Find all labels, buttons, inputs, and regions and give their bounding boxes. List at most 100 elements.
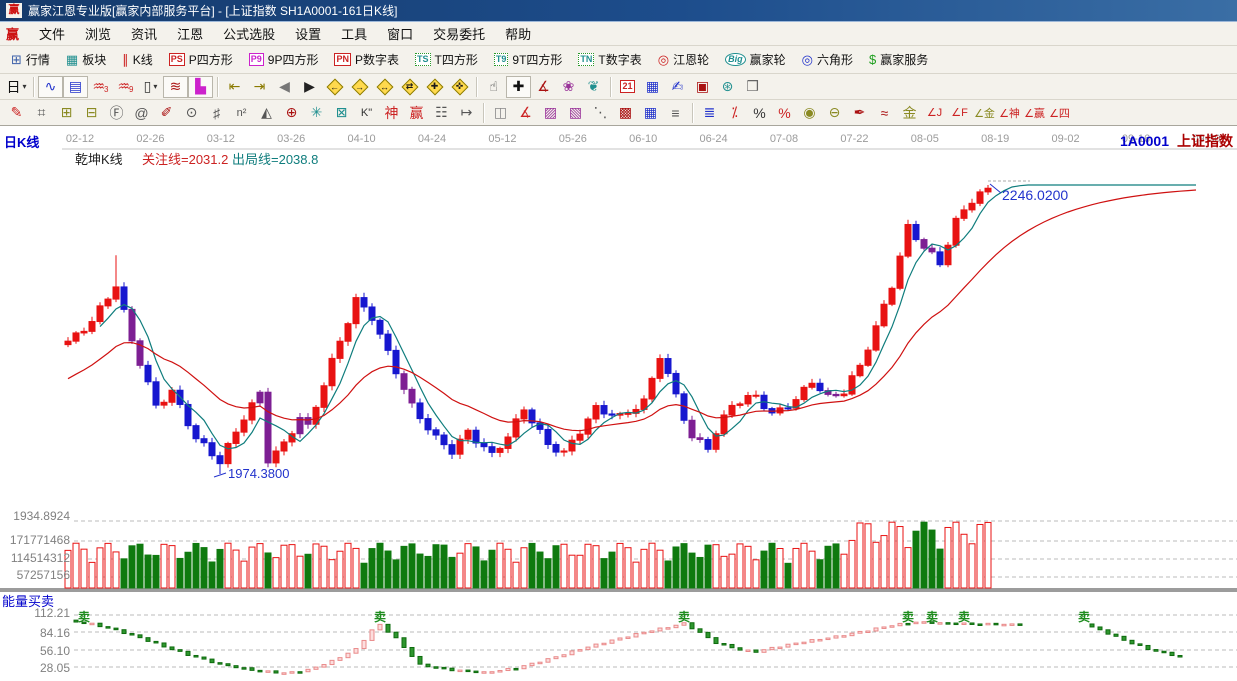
gann-wheel-button[interactable]: ◎江恩轮 (651, 49, 716, 70)
red-fan-tool[interactable]: ∡ (513, 102, 538, 124)
menu-item-tools[interactable]: 工具 (331, 22, 377, 45)
fan-box-tool[interactable]: ▨ (538, 102, 563, 124)
mirror-angle-tool[interactable]: ◭ (254, 102, 279, 124)
menu-item-help[interactable]: 帮助 (495, 22, 541, 45)
si-angle-tool[interactable]: ∠四 (1047, 102, 1072, 124)
menu-item-browse[interactable]: 浏览 (75, 22, 121, 45)
tick-ruler-tool[interactable]: ⌗ (29, 102, 54, 124)
flower-tool[interactable]: ❀ (556, 76, 581, 98)
gold-level-tool[interactable]: ⊖ (822, 102, 847, 124)
percent-tool[interactable]: % (747, 102, 772, 124)
ying-grid-tool[interactable]: 赢 (404, 102, 429, 124)
expand-horizontal-button[interactable]: ↔ (372, 76, 397, 98)
gann-shape-tool[interactable]: ∿ (38, 76, 63, 98)
jump-first-button[interactable]: ⇤ (222, 76, 247, 98)
pan-hand-tool[interactable]: ☝ (481, 76, 506, 98)
chart-area[interactable]: 02-1202-2603-1203-2604-1004-2405-1205-26… (0, 127, 1237, 681)
ink-brush-tool[interactable]: ✒ (847, 102, 872, 124)
ying-angle-tool[interactable]: ∠赢 (1022, 102, 1047, 124)
level-steps-tool[interactable]: ≣ (697, 102, 722, 124)
parallel-lines-tool[interactable]: ≡ (663, 102, 688, 124)
p9-square-button[interactable]: P99P四方形 (242, 49, 326, 70)
marker-pen-tool[interactable]: ✐ (154, 102, 179, 124)
menu-item-gann[interactable]: 江恩 (167, 22, 213, 45)
j-angle-tool[interactable]: ∠J (922, 102, 947, 124)
print-tool[interactable]: ❒ (740, 76, 765, 98)
f-grid-tool[interactable]: Ⓕ (104, 102, 129, 124)
compress-horizontal-button[interactable]: ⇄ (397, 76, 422, 98)
t-number-table-button[interactable]: TNT数字表 (571, 49, 648, 70)
gold-band-tool[interactable]: 金 (897, 102, 922, 124)
gann-pen-tool[interactable]: ✎ (4, 102, 29, 124)
ruler-123-tool[interactable]: ☷ (429, 102, 454, 124)
expand-all-button[interactable]: ✚ (422, 76, 447, 98)
star-web-tool[interactable]: ✳ (304, 102, 329, 124)
span-arrow-tool[interactable]: ↦ (454, 102, 479, 124)
t9-square-button[interactable]: T99T四方形 (487, 49, 570, 70)
cycle-3-bars-tool[interactable]: ♒3 (88, 76, 113, 98)
cloud-tool[interactable]: ❦ (581, 76, 606, 98)
shen-angle-tool[interactable]: ∠神 (997, 102, 1022, 124)
winner-service-button[interactable]: $赢家服务 (862, 49, 935, 70)
step-forward-button[interactable]: ▶ (297, 76, 322, 98)
web-box-tool[interactable]: ⊠ (329, 102, 354, 124)
toolbar-separator (483, 103, 484, 123)
kline-button[interactable]: ∥K线 (115, 49, 160, 70)
time-circle-tool[interactable]: ⊙ (179, 102, 204, 124)
f-angle-tool[interactable]: ∠F (947, 102, 972, 124)
menu-item-window[interactable]: 窗口 (377, 22, 423, 45)
quotes-button[interactable]: ⊞行情 (4, 49, 57, 70)
p-square-button[interactable]: PSP四方形 (162, 49, 240, 70)
gold-gate2-tool[interactable]: ⊟ (79, 102, 104, 124)
k-count-tool[interactable]: K" (354, 102, 379, 124)
zoom-in-button[interactable]: → (347, 76, 372, 98)
gold-gate-tool[interactable]: ⊞ (54, 102, 79, 124)
menu-item-trade[interactable]: 交易委托 (423, 22, 495, 45)
wave-band-tool[interactable]: ≈ (872, 102, 897, 124)
sectors-button[interactable]: ▦板块 (59, 49, 113, 70)
single-candle-selector[interactable]: ▯▾ (138, 76, 163, 98)
hexagon-button[interactable]: ◎六角形 (795, 49, 860, 70)
winner-wheel-button[interactable]: Big赢家轮 (718, 49, 793, 70)
j-angle-tool-icon: ∠J (927, 106, 942, 119)
shen-grid-tool[interactable]: 神 (379, 102, 404, 124)
spiral-tool[interactable]: @ (129, 102, 154, 124)
save-tool[interactable]: ▣ (690, 76, 715, 98)
menu-item-file[interactable]: 文件 (29, 22, 75, 45)
menu-item-formula-picker[interactable]: 公式选股 (213, 22, 285, 45)
grid-red-tool[interactable]: ▩ (613, 102, 638, 124)
t-square-button[interactable]: TST四方形 (408, 49, 485, 70)
p-number-table-button[interactable]: PNP数字表 (327, 49, 406, 70)
comb-ruler-tool[interactable]: ♯ (204, 102, 229, 124)
calculator-tool[interactable]: ▦ (640, 76, 665, 98)
step-back-button[interactable]: ◀ (272, 76, 297, 98)
web-sync-tool[interactable]: ⊛ (715, 76, 740, 98)
crosshair-tool[interactable]: ✚ (506, 76, 531, 98)
dotted-fan-tool[interactable]: ⋱ (588, 102, 613, 124)
n-square-tool[interactable]: n² (229, 102, 254, 124)
restore-view-button[interactable]: ✜ (447, 76, 472, 98)
calendar-tool[interactable]: 21 (615, 76, 640, 98)
chart-canvas[interactable]: 02-1202-2603-1203-2604-1004-2405-1205-26… (0, 127, 1237, 681)
period-day-selector[interactable]: 日▾ (4, 76, 29, 98)
angle-measure-tool[interactable]: ∡ (531, 76, 556, 98)
sectors-button-label: 板块 (82, 51, 106, 68)
info-note-tool[interactable]: ▤ (63, 76, 88, 98)
percent-line-tool[interactable]: % (772, 102, 797, 124)
volume-profile-toggle[interactable]: ▙ (188, 76, 213, 98)
gold-angle-tool[interactable]: ∠金 (972, 102, 997, 124)
menu-item-settings[interactable]: 设置 (285, 22, 331, 45)
zoom-out-button[interactable]: ← (322, 76, 347, 98)
grid-blue-tool[interactable]: ▦ (638, 102, 663, 124)
gann-target-tool[interactable]: ⊕ (279, 102, 304, 124)
cycle-9-bars-tool[interactable]: ♒9 (113, 76, 138, 98)
memo-tool[interactable]: ✍ (665, 76, 690, 98)
menu-item-news[interactable]: 资讯 (121, 22, 167, 45)
percent-retrace-tool[interactable]: ⁒ (722, 102, 747, 124)
jump-last-button[interactable]: ⇥ (247, 76, 272, 98)
gold-circle-tool[interactable]: ◉ (797, 102, 822, 124)
print-tool-icon: ❒ (746, 78, 759, 95)
fan-box2-tool[interactable]: ▧ (563, 102, 588, 124)
qiankun-kline-toggle[interactable]: ≋ (163, 76, 188, 98)
window-box-tool[interactable]: ◫ (488, 102, 513, 124)
